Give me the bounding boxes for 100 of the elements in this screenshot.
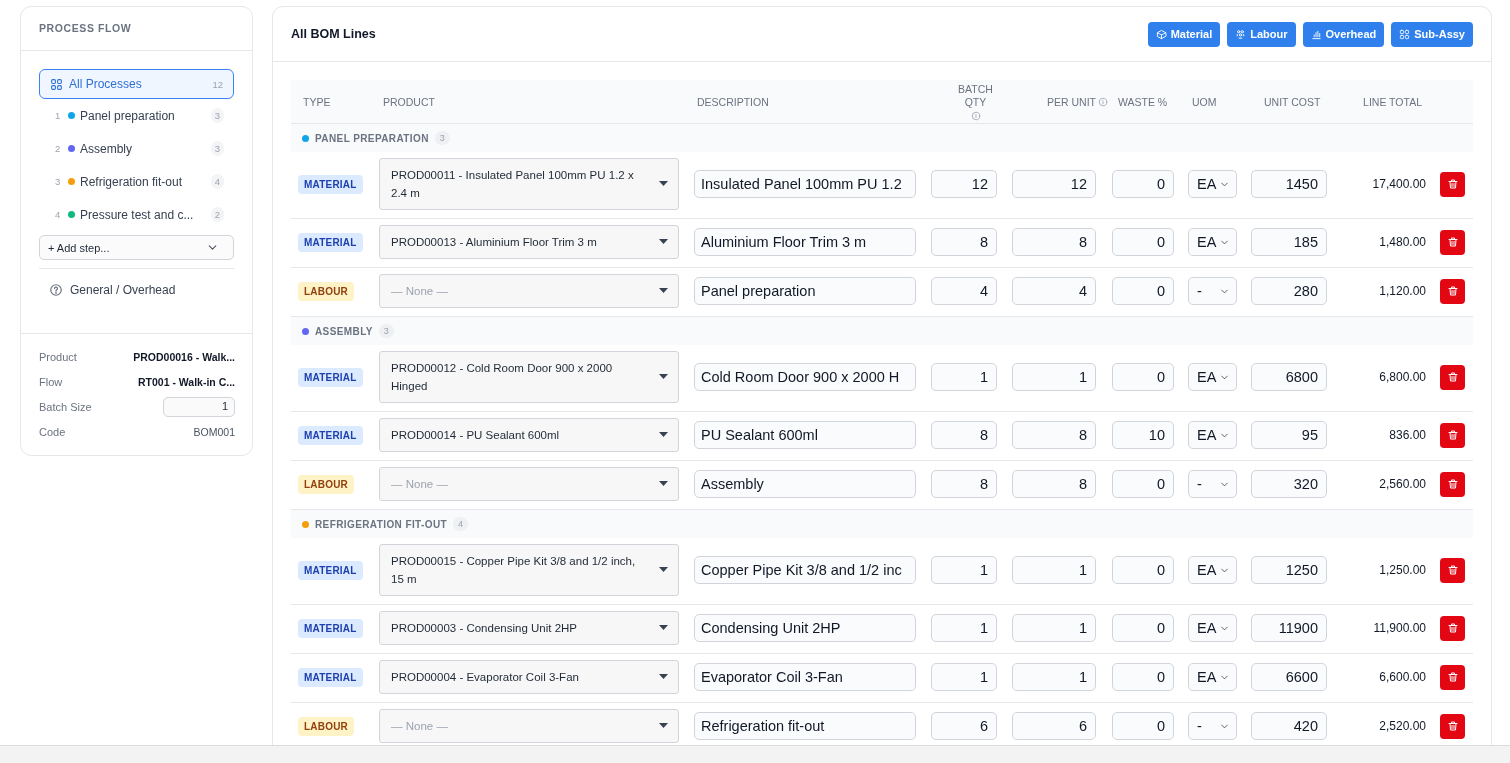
- description-field[interactable]: Insulated Panel 100mm PU 1.2: [694, 170, 916, 198]
- general-overhead-item[interactable]: General / Overhead: [39, 269, 234, 321]
- waste-field[interactable]: 0: [1112, 614, 1174, 642]
- unit-cost-field[interactable]: 6800: [1251, 363, 1327, 391]
- uom-dropdown[interactable]: EA: [1188, 556, 1237, 584]
- unit-cost-field[interactable]: 280: [1251, 277, 1327, 305]
- delete-button[interactable]: [1440, 557, 1465, 583]
- column-header: PRODUCT: [383, 95, 435, 108]
- delete-button[interactable]: [1440, 171, 1465, 197]
- unit-cost-field[interactable]: 1450: [1251, 170, 1327, 198]
- per-unit-field[interactable]: 1: [1012, 614, 1096, 642]
- per-unit-field[interactable]: 4: [1012, 277, 1096, 305]
- waste-field[interactable]: 10: [1112, 421, 1174, 449]
- description-field[interactable]: Assembly: [694, 470, 916, 498]
- caret-icon: [659, 374, 668, 379]
- waste-field[interactable]: 0: [1112, 556, 1174, 584]
- per-unit-field[interactable]: 6: [1012, 712, 1096, 740]
- waste-field[interactable]: 0: [1112, 712, 1174, 740]
- add-subassy-button[interactable]: Sub-Assy: [1391, 21, 1473, 47]
- delete-button[interactable]: [1440, 713, 1465, 739]
- uom-dropdown[interactable]: EA: [1188, 663, 1237, 691]
- uom-dropdown[interactable]: EA: [1188, 170, 1237, 198]
- caret-icon: [659, 723, 668, 728]
- product-dropdown[interactable]: PROD00013 - Aluminium Floor Trim 3 m: [379, 225, 679, 259]
- per-unit-field[interactable]: 12: [1012, 170, 1096, 198]
- description-field[interactable]: Aluminium Floor Trim 3 m: [694, 228, 916, 256]
- batch-qty-field[interactable]: 1: [931, 363, 997, 391]
- batch-qty-field[interactable]: 1: [931, 556, 997, 584]
- product-dropdown[interactable]: PROD00015 - Copper Pipe Kit 3/8 and 1/2 inch, 15 m: [379, 544, 679, 596]
- product-dropdown[interactable]: PROD00003 - Condensing Unit 2HP: [379, 611, 679, 645]
- unit-cost-field[interactable]: 1250: [1251, 556, 1327, 584]
- per-unit-field[interactable]: 1: [1012, 363, 1096, 391]
- trash-icon: [1446, 236, 1459, 248]
- field-label: Flow: [39, 376, 63, 388]
- waste-field[interactable]: 0: [1112, 470, 1174, 498]
- waste-field[interactable]: 0: [1112, 363, 1174, 391]
- delete-button[interactable]: [1440, 278, 1465, 304]
- batch-qty-field[interactable]: 1: [931, 663, 997, 691]
- add-step-dropdown[interactable]: + Add step...: [39, 235, 234, 260]
- unit-cost-field[interactable]: 320: [1251, 470, 1327, 498]
- batch-qty-field[interactable]: 8: [931, 421, 997, 449]
- product-dropdown[interactable]: PROD00012 - Cold Room Door 900 x 2000 Hinged: [379, 351, 679, 403]
- batch-qty-field[interactable]: 4: [931, 277, 997, 305]
- product-dropdown[interactable]: PROD00014 - PU Sealant 600ml: [379, 418, 679, 452]
- description-field[interactable]: Copper Pipe Kit 3/8 and 1/2 inc: [694, 556, 916, 584]
- waste-field[interactable]: 0: [1112, 277, 1174, 305]
- line-total: 2,560.00: [1379, 477, 1426, 491]
- batch-size-field[interactable]: 1: [163, 397, 235, 417]
- unit-cost-field[interactable]: 95: [1251, 421, 1327, 449]
- batch-qty-field[interactable]: 1: [931, 614, 997, 642]
- description-field[interactable]: Refrigeration fit-out: [694, 712, 916, 740]
- process-step[interactable]: 4 Pressure test and c... 2: [39, 198, 234, 231]
- unit-cost-field[interactable]: 6600: [1251, 663, 1327, 691]
- delete-button[interactable]: [1440, 422, 1465, 448]
- waste-field[interactable]: 0: [1112, 228, 1174, 256]
- column-header: UNIT COST: [1264, 95, 1321, 108]
- delete-button[interactable]: [1440, 664, 1465, 690]
- add-material-button[interactable]: Material: [1147, 21, 1221, 47]
- per-unit-field[interactable]: 1: [1012, 663, 1096, 691]
- per-unit-field[interactable]: 1: [1012, 556, 1096, 584]
- uom-dropdown[interactable]: EA: [1188, 614, 1237, 642]
- unit-cost-field[interactable]: 420: [1251, 712, 1327, 740]
- per-unit-field[interactable]: 8: [1012, 421, 1096, 449]
- description-field[interactable]: PU Sealant 600ml: [694, 421, 916, 449]
- uom-dropdown[interactable]: -: [1188, 712, 1237, 740]
- uom-dropdown[interactable]: -: [1188, 470, 1237, 498]
- waste-field[interactable]: 0: [1112, 170, 1174, 198]
- delete-button[interactable]: [1440, 364, 1465, 390]
- unit-cost-field[interactable]: 185: [1251, 228, 1327, 256]
- process-step[interactable]: 1 Panel preparation 3: [39, 99, 234, 132]
- uom-dropdown[interactable]: EA: [1188, 421, 1237, 449]
- uom-dropdown[interactable]: EA: [1188, 363, 1237, 391]
- product-dropdown[interactable]: PROD00004 - Evaporator Coil 3-Fan: [379, 660, 679, 694]
- unit-cost-field[interactable]: 11900: [1251, 614, 1327, 642]
- add-labour-button[interactable]: Labour: [1227, 21, 1296, 47]
- product-dropdown[interactable]: PROD00011 - Insulated Panel 100mm PU 1.2 x 2.4 m: [379, 158, 679, 210]
- people-icon: [1235, 28, 1247, 40]
- waste-field[interactable]: 0: [1112, 663, 1174, 691]
- batch-qty-field[interactable]: 8: [931, 470, 997, 498]
- item-count: 12: [212, 78, 223, 90]
- type-tag: MATERIAL: [298, 232, 363, 252]
- step-number: 2: [55, 143, 62, 154]
- batch-qty-field[interactable]: 8: [931, 228, 997, 256]
- add-overhead-button[interactable]: Overhead: [1302, 21, 1385, 47]
- batch-qty-field[interactable]: 6: [931, 712, 997, 740]
- uom-dropdown[interactable]: -: [1188, 277, 1237, 305]
- process-step[interactable]: 2 Assembly 3: [39, 132, 234, 165]
- per-unit-field[interactable]: 8: [1012, 470, 1096, 498]
- description-field[interactable]: Cold Room Door 900 x 2000 H: [694, 363, 916, 391]
- process-item[interactable]: All Processes 12: [39, 69, 234, 99]
- description-field[interactable]: Condensing Unit 2HP: [694, 614, 916, 642]
- uom-dropdown[interactable]: EA: [1188, 228, 1237, 256]
- process-step[interactable]: 3 Refrigeration fit-out 4: [39, 165, 234, 198]
- description-field[interactable]: Panel preparation: [694, 277, 916, 305]
- per-unit-field[interactable]: 8: [1012, 228, 1096, 256]
- delete-button[interactable]: [1440, 615, 1465, 641]
- batch-qty-field[interactable]: 12: [931, 170, 997, 198]
- delete-button[interactable]: [1440, 471, 1465, 497]
- description-field[interactable]: Evaporator Coil 3-Fan: [694, 663, 916, 691]
- delete-button[interactable]: [1440, 229, 1465, 255]
